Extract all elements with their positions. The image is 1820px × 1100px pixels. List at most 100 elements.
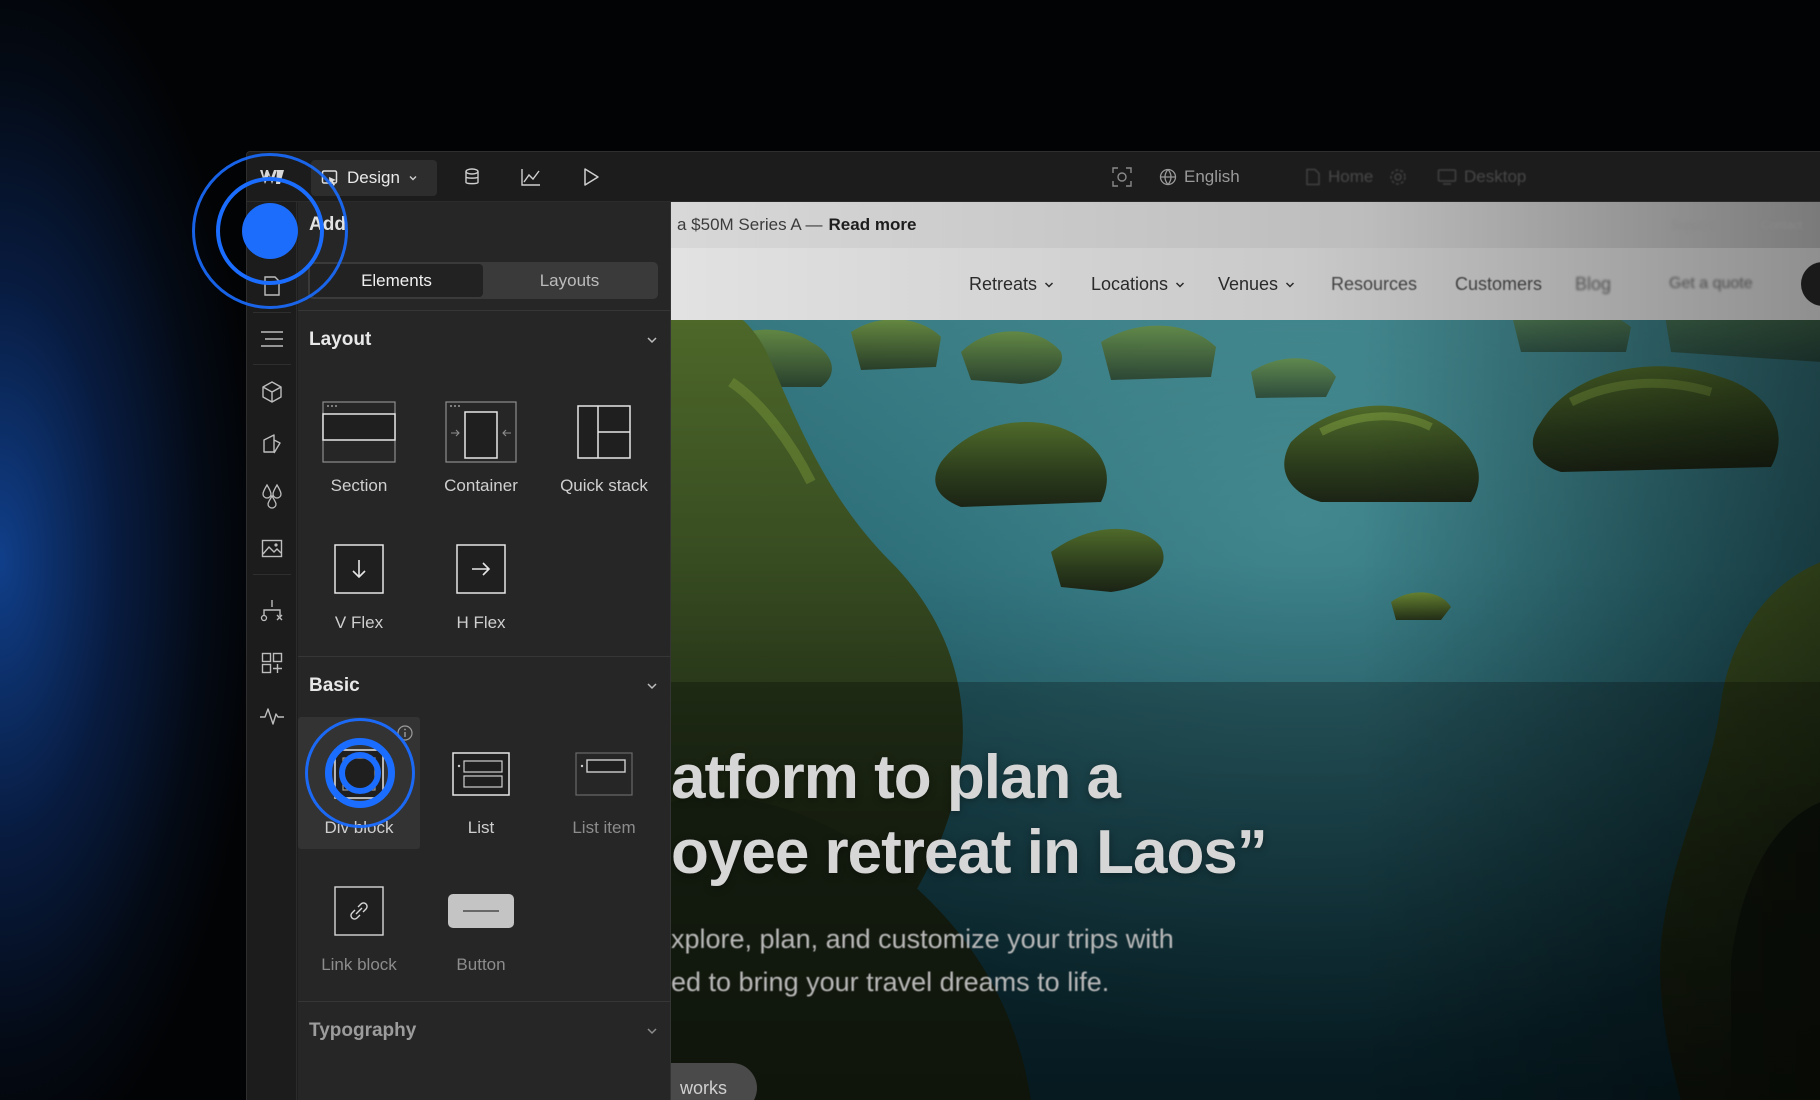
element-tile-link-block[interactable]: Link block — [298, 854, 420, 986]
hero-title-line-2: oyee retreat in Laos” — [671, 818, 1268, 887]
focus-target-icon[interactable] — [1109, 164, 1135, 190]
panel-divider — [298, 656, 670, 657]
element-tile-list-item[interactable]: List item — [543, 717, 665, 849]
panel-divider — [298, 1001, 670, 1002]
element-tile-section[interactable]: Section — [298, 375, 420, 507]
designer-app-window: Design English Home Desktop Add Elements… — [246, 151, 1820, 1100]
element-label: Quick stack — [560, 476, 648, 495]
nav-label: Get a quote — [1669, 275, 1753, 292]
button-icon — [443, 879, 519, 943]
chevron-down-icon — [647, 1028, 657, 1035]
cms-database-icon[interactable] — [459, 164, 485, 190]
language-switcher[interactable]: English — [1159, 164, 1240, 190]
element-tile-button[interactable]: Button — [420, 854, 542, 986]
section-title-layout: Layout — [309, 329, 372, 350]
site-nav-customers[interactable]: Customers — [1455, 274, 1542, 295]
nav-label: Customers — [1455, 274, 1543, 294]
hero-how-it-works-button[interactable]: works — [671, 1063, 757, 1100]
site-nav-blog[interactable]: Blog — [1575, 274, 1611, 295]
breakpoint-label: Desktop — [1464, 167, 1527, 186]
hero-island-photo — [671, 202, 1820, 1100]
style-selectors-icon[interactable] — [258, 430, 286, 458]
panel-tabs: Elements Layouts — [308, 262, 658, 299]
nav-label: Blog — [1575, 274, 1612, 294]
audit-pulse-icon[interactable] — [258, 702, 286, 730]
site-announcement-bar: a $50M Series A — Read more Support Cont… — [671, 202, 1820, 248]
element-tile-list[interactable]: List — [420, 717, 542, 849]
page-label: Home — [1328, 167, 1374, 186]
site-nav-retreats[interactable]: Retreats — [969, 274, 1055, 295]
utility-link-contact[interactable]: Contact — [1761, 218, 1802, 232]
logic-flow-icon[interactable] — [258, 597, 286, 625]
nav-label: Locations — [1091, 274, 1169, 294]
language-label: English — [1184, 167, 1240, 186]
section-title-basic: Basic — [309, 675, 360, 696]
element-label: Link block — [321, 955, 397, 974]
rail-divider — [253, 364, 291, 365]
section-title-typography: Typography — [309, 1020, 417, 1041]
mode-label: Design — [347, 168, 400, 187]
chevron-down-icon — [1176, 281, 1185, 288]
desktop-icon — [1437, 169, 1457, 185]
utility-link-support[interactable]: Support — [1671, 218, 1713, 232]
analytics-chart-icon[interactable] — [518, 164, 544, 190]
page-icon — [1306, 168, 1320, 186]
chevron-down-icon — [1045, 281, 1054, 288]
quick-stack-icon — [566, 400, 642, 464]
element-tile-h-flex[interactable]: H Flex — [420, 512, 542, 644]
breakpoint-selector[interactable]: Desktop — [1437, 164, 1526, 190]
assets-image-icon[interactable] — [258, 534, 286, 562]
components-cube-icon[interactable] — [258, 378, 286, 406]
hero-subtitle-line-2: ed to bring your travel dreams to life. — [671, 967, 1110, 997]
nav-label: Venues — [1218, 274, 1279, 294]
chevron-down-icon — [409, 176, 417, 181]
page-settings-gear-icon[interactable] — [1389, 164, 1407, 190]
design-canvas[interactable]: a $50M Series A — Read more Support Cont… — [671, 202, 1820, 1100]
chevron-down-icon — [1286, 281, 1295, 288]
h-flex-icon — [443, 537, 519, 601]
hero-title-line-1: atform to plan a — [671, 743, 1121, 812]
list-icon — [443, 742, 519, 806]
element-label: Button — [456, 955, 506, 974]
chevron-down-icon — [647, 683, 657, 690]
v-flex-icon — [321, 537, 397, 601]
link-block-icon — [321, 879, 397, 943]
announcement-text: a $50M Series A — — [677, 215, 823, 234]
section-header-typography[interactable]: Typography — [309, 1017, 659, 1045]
section-icon — [321, 400, 397, 464]
site-navbar: Retreats Locations Venues Resources Cust… — [671, 248, 1820, 320]
globe-icon — [1159, 168, 1177, 186]
navigator-lines-icon[interactable] — [258, 325, 286, 353]
element-label: List item — [572, 818, 636, 837]
apps-grid-icon[interactable] — [258, 649, 286, 677]
site-nav-get-quote[interactable]: Get a quote — [1669, 275, 1753, 293]
element-label: H Flex — [456, 613, 506, 632]
announcement-read-more-link[interactable]: Read more — [829, 215, 917, 235]
section-header-basic[interactable]: Basic — [309, 672, 659, 700]
site-nav-resources[interactable]: Resources — [1331, 274, 1417, 295]
add-button-highlight-dot — [242, 203, 298, 259]
element-label: Container — [444, 476, 518, 495]
rail-divider — [253, 312, 291, 313]
preview-play-icon[interactable] — [578, 164, 604, 190]
site-nav-locations[interactable]: Locations — [1091, 274, 1186, 295]
container-icon — [443, 400, 519, 464]
site-nav-avatar[interactable] — [1801, 262, 1820, 306]
nav-label: Resources — [1331, 274, 1418, 294]
add-elements-panel: Add Elements Layouts Layout Section Cont… — [298, 202, 671, 1100]
chevron-down-icon — [647, 337, 657, 344]
section-header-layout[interactable]: Layout — [309, 307, 659, 350]
site-nav-venues[interactable]: Venues — [1218, 274, 1296, 295]
element-tile-container[interactable]: Container — [420, 375, 542, 507]
top-toolbar: Design English Home Desktop — [247, 152, 1820, 202]
hero-subtitle-line-1: xplore, plan, and customize your trips w… — [671, 924, 1174, 954]
element-label: List — [467, 818, 495, 837]
tab-layouts[interactable]: Layouts — [483, 264, 656, 297]
element-label: V Flex — [334, 613, 384, 632]
element-tile-v-flex[interactable]: V Flex — [298, 512, 420, 644]
page-selector[interactable]: Home — [1305, 164, 1373, 190]
hero-button-label: works — [679, 1077, 727, 1098]
variables-drops-icon[interactable] — [258, 482, 286, 510]
element-tile-quick-stack[interactable]: Quick stack — [543, 375, 665, 507]
div-block-highlight-ring — [339, 752, 381, 794]
